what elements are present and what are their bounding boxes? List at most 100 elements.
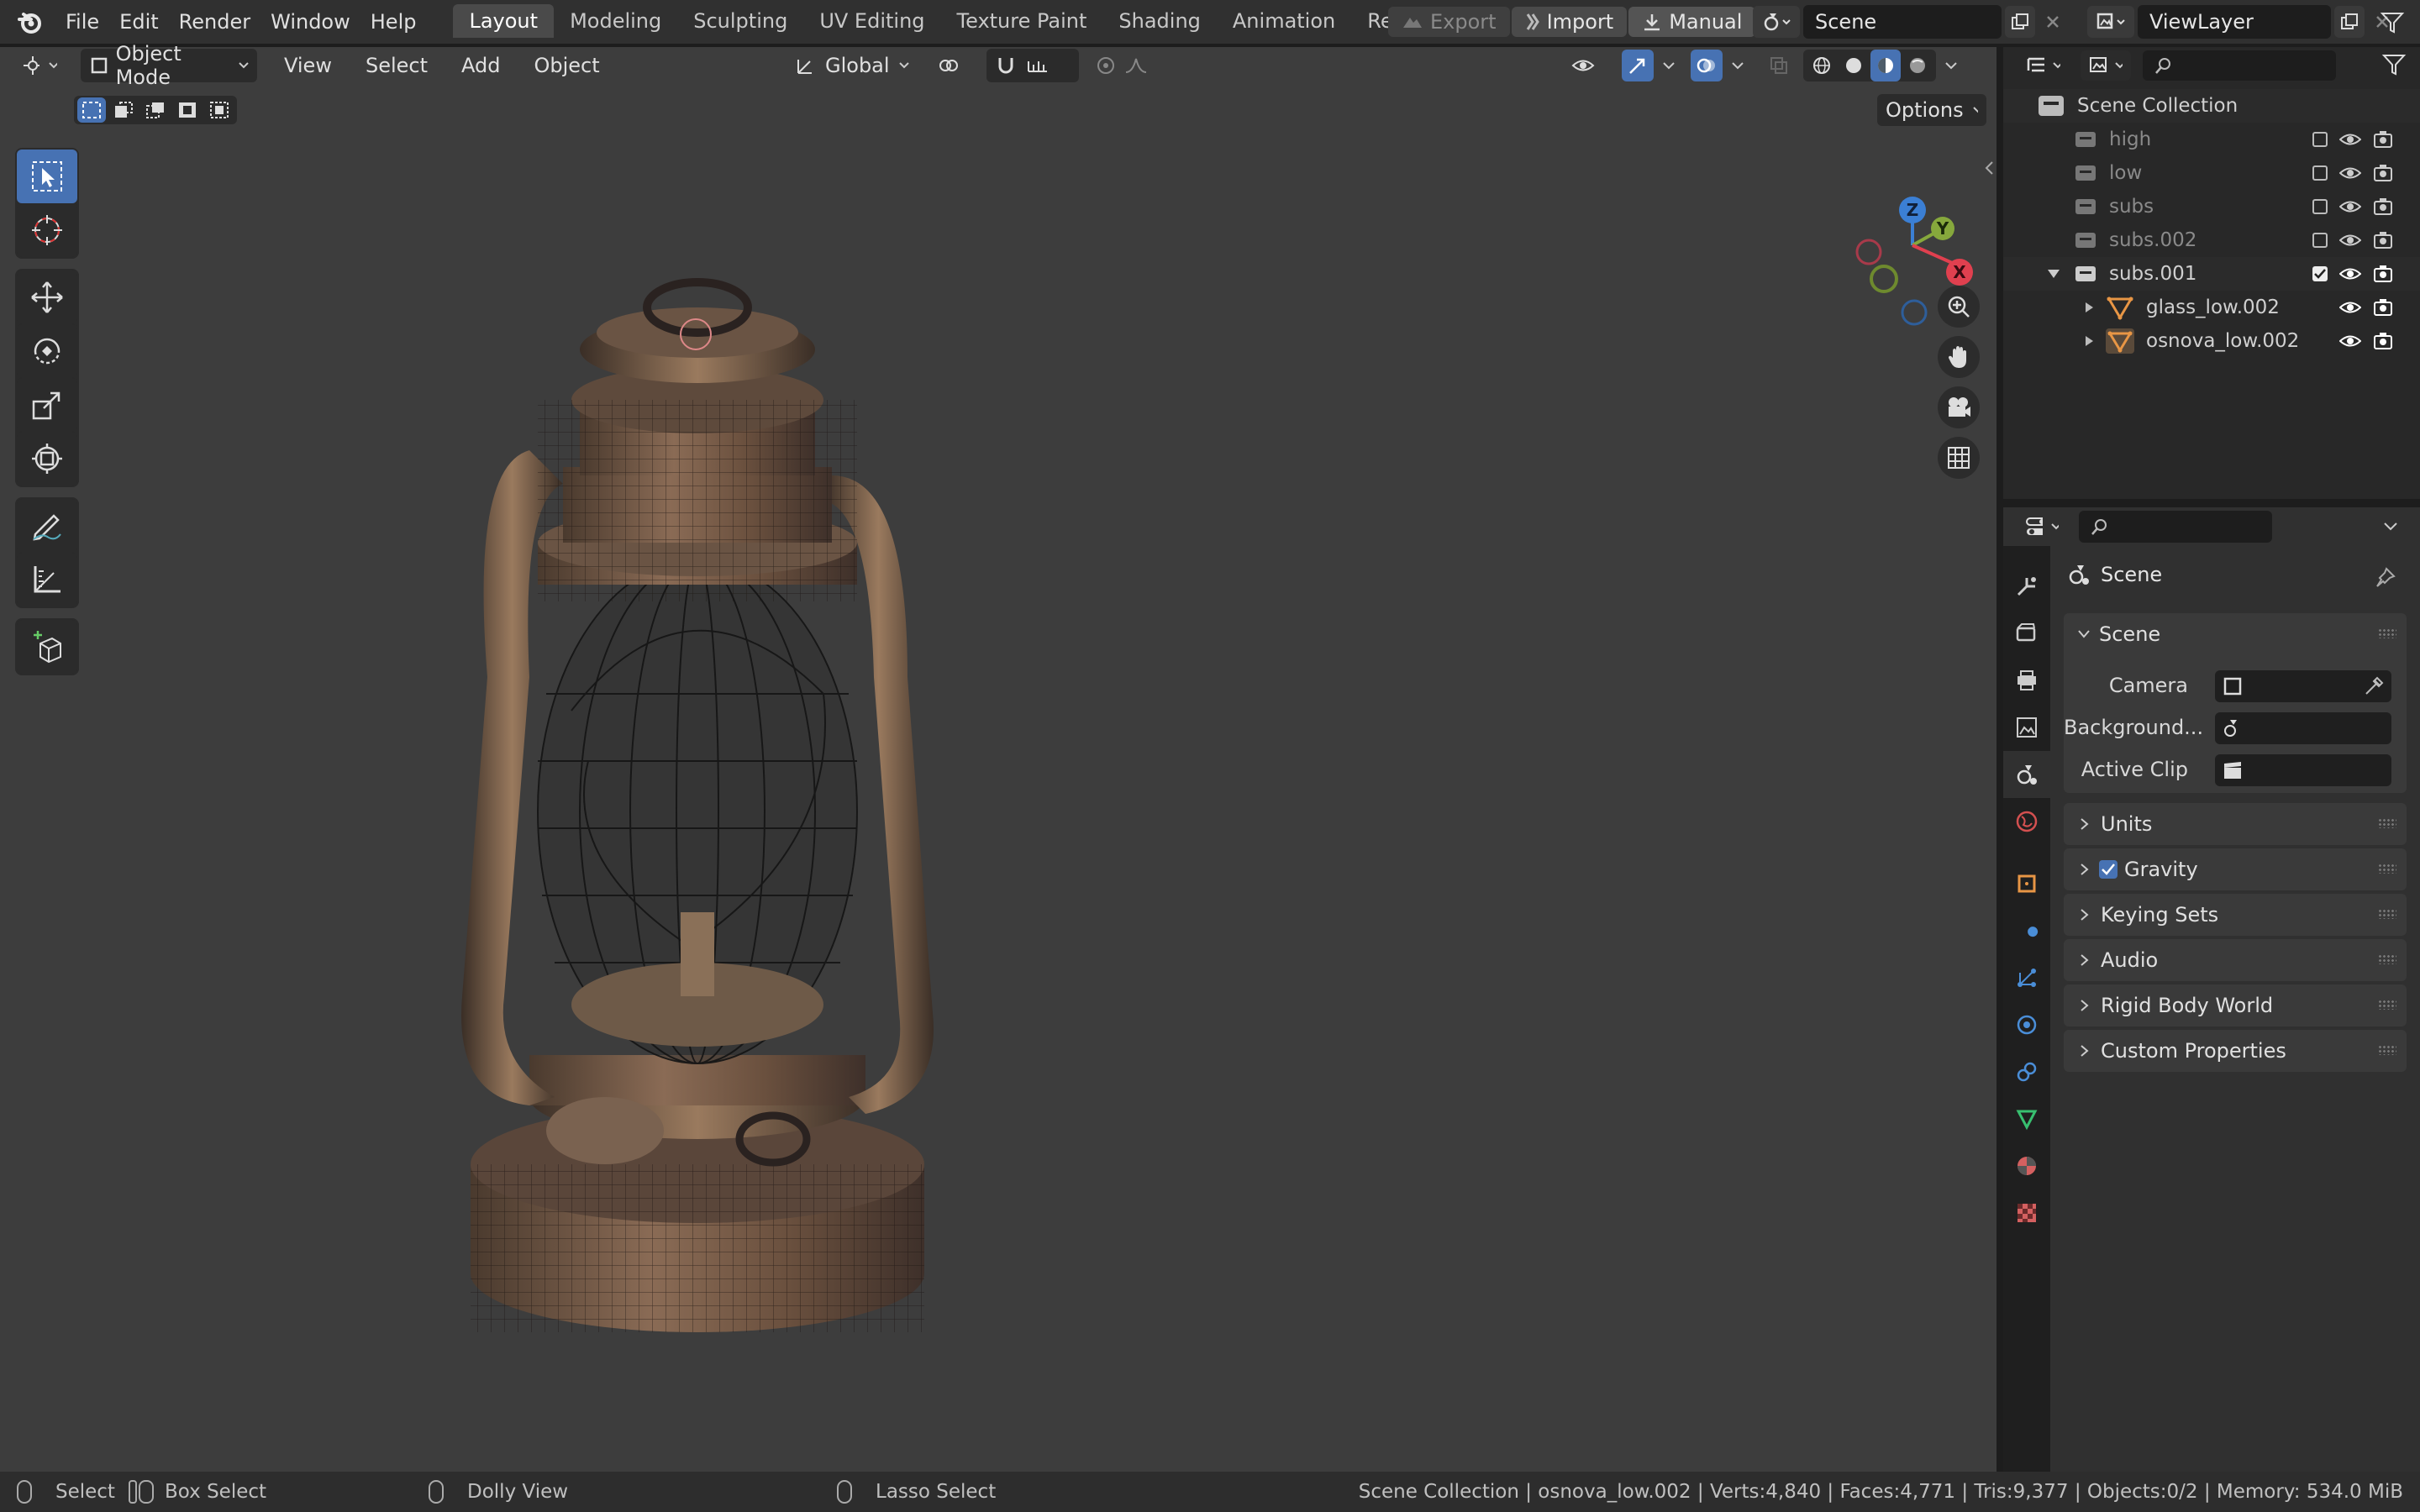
xray-toggle[interactable] [1763, 50, 1795, 81]
menu-render[interactable]: Render [169, 0, 260, 45]
area-divider[interactable] [2003, 499, 2420, 507]
import-button[interactable]: Import [1511, 7, 1628, 37]
render-camera-icon[interactable] [2373, 265, 2393, 283]
exclude-checkbox-checked[interactable] [2312, 266, 2328, 281]
tab-layout[interactable]: Layout [453, 4, 555, 38]
add-cube-tool[interactable] [17, 620, 77, 674]
new-scene-button[interactable] [2005, 6, 2035, 38]
tab-render[interactable] [2003, 610, 2050, 657]
render-camera-icon[interactable] [2373, 332, 2393, 350]
units-panel[interactable]: Units [2064, 803, 2407, 845]
menu-object[interactable]: Object [517, 47, 616, 84]
render-camera-icon[interactable] [2373, 298, 2393, 317]
eye-icon[interactable] [2339, 333, 2361, 349]
viewlayer-name-field[interactable]: ViewLayer [2138, 5, 2331, 39]
active-clip-field[interactable] [2215, 754, 2391, 786]
tab-scene[interactable] [2003, 751, 2050, 798]
disclosure-collapsed-icon[interactable] [2084, 302, 2094, 313]
editor-type-dropdown[interactable] [13, 49, 66, 82]
area-divider[interactable] [1996, 47, 2003, 1472]
orientation-dropdown[interactable]: Global [786, 49, 921, 82]
select-intersect-button[interactable] [205, 97, 234, 123]
measure-tool[interactable] [17, 553, 77, 606]
3d-viewport[interactable]: Z Y X [0, 47, 1996, 1472]
render-camera-icon[interactable] [2373, 164, 2393, 182]
rendered-shading-button[interactable] [1902, 50, 1933, 81]
annotate-tool[interactable] [17, 499, 77, 553]
export-button[interactable]: Export [1388, 7, 1510, 37]
tab-uv-editing[interactable]: UV Editing [803, 4, 940, 38]
tab-modifiers[interactable] [2003, 907, 2050, 954]
tab-world[interactable] [2003, 798, 2050, 845]
panel-drag-grip[interactable] [2378, 1045, 2396, 1055]
select-new-button[interactable] [77, 97, 106, 123]
menu-select[interactable]: Select [349, 47, 445, 84]
tab-physics[interactable] [2003, 1001, 2050, 1048]
lantern-model[interactable] [437, 257, 958, 1366]
properties-editor-type[interactable] [2017, 511, 2067, 543]
camera-view-button[interactable] [1938, 386, 1980, 428]
outliner-search-input[interactable] [2143, 50, 2336, 81]
panel-drag-grip[interactable] [2378, 864, 2396, 874]
eye-icon[interactable] [2339, 300, 2361, 315]
move-tool[interactable] [17, 270, 77, 324]
zoom-button[interactable] [1938, 286, 1980, 328]
tab-constraints[interactable] [2003, 1048, 2050, 1095]
pivot-dropdown[interactable] [929, 49, 978, 82]
menu-add[interactable]: Add [445, 47, 517, 84]
panel-drag-grip[interactable] [2378, 954, 2396, 964]
eye-icon[interactable] [2339, 266, 2361, 281]
custom-properties-panel[interactable]: Custom Properties [2064, 1030, 2407, 1072]
menu-edit[interactable]: Edit [109, 0, 168, 45]
tab-output[interactable] [2003, 657, 2050, 704]
select-invert-button[interactable] [173, 97, 202, 123]
tab-texture[interactable] [2003, 1189, 2050, 1236]
eye-icon[interactable] [2339, 132, 2361, 147]
cursor-tool[interactable] [17, 203, 77, 257]
eye-icon[interactable] [2339, 199, 2361, 214]
disclosure-expanded-icon[interactable] [2047, 268, 2060, 280]
outliner-scene-collection[interactable]: Scene Collection [2003, 89, 2420, 123]
properties-search-input[interactable] [2079, 511, 2272, 543]
viewlayer-browse-button[interactable] [2087, 6, 2134, 38]
menu-help[interactable]: Help [360, 0, 427, 45]
display-mode-dropdown[interactable] [2081, 50, 2131, 81]
panel-drag-grip[interactable] [2378, 1000, 2396, 1010]
exclude-checkbox[interactable] [2312, 132, 2328, 147]
eye-icon[interactable] [2339, 165, 2361, 181]
select-subtract-button[interactable] [141, 97, 170, 123]
tab-animation[interactable]: Animation [1217, 4, 1351, 38]
pin-button[interactable] [2375, 566, 2396, 591]
scene-panel-header[interactable]: Scene [2064, 613, 2407, 655]
mode-dropdown[interactable]: Object Mode [81, 42, 257, 89]
overlays-toggle[interactable] [1691, 50, 1723, 81]
render-camera-icon[interactable] [2373, 130, 2393, 149]
disclosure-collapsed-icon[interactable] [2084, 335, 2094, 347]
blender-logo-icon[interactable] [17, 9, 42, 34]
properties-options-dropdown[interactable] [2383, 519, 2398, 535]
snap-controls[interactable] [986, 49, 1079, 82]
tab-material[interactable] [2003, 1142, 2050, 1189]
select-box-tool[interactable] [17, 150, 77, 203]
keying-sets-panel[interactable]: Keying Sets [2064, 894, 2407, 936]
filter-button[interactable] [2380, 10, 2405, 39]
transform-tool[interactable] [17, 432, 77, 486]
solid-shading-button[interactable] [1839, 50, 1869, 81]
gravity-panel[interactable]: Gravity [2064, 848, 2407, 890]
rigid-body-world-panel[interactable]: Rigid Body World [2064, 984, 2407, 1026]
scene-name-field[interactable]: Scene [1803, 5, 2002, 39]
camera-field[interactable] [2215, 670, 2391, 702]
panel-drag-grip[interactable] [2378, 628, 2396, 638]
options-dropdown[interactable]: Options [1877, 94, 1986, 126]
menu-view[interactable]: View [267, 47, 349, 84]
gizmo-toggle[interactable] [1622, 50, 1654, 81]
outliner-editor-type[interactable] [2018, 50, 2069, 81]
render-camera-icon[interactable] [2373, 231, 2393, 249]
scene-browse-button[interactable] [1753, 6, 1800, 38]
wireframe-shading-button[interactable] [1807, 50, 1837, 81]
panel-drag-grip[interactable] [2378, 909, 2396, 919]
exclude-checkbox[interactable] [2312, 233, 2328, 248]
ortho-toggle-button[interactable] [1938, 437, 1980, 479]
exclude-checkbox[interactable] [2312, 165, 2328, 181]
tab-data[interactable] [2003, 1095, 2050, 1142]
